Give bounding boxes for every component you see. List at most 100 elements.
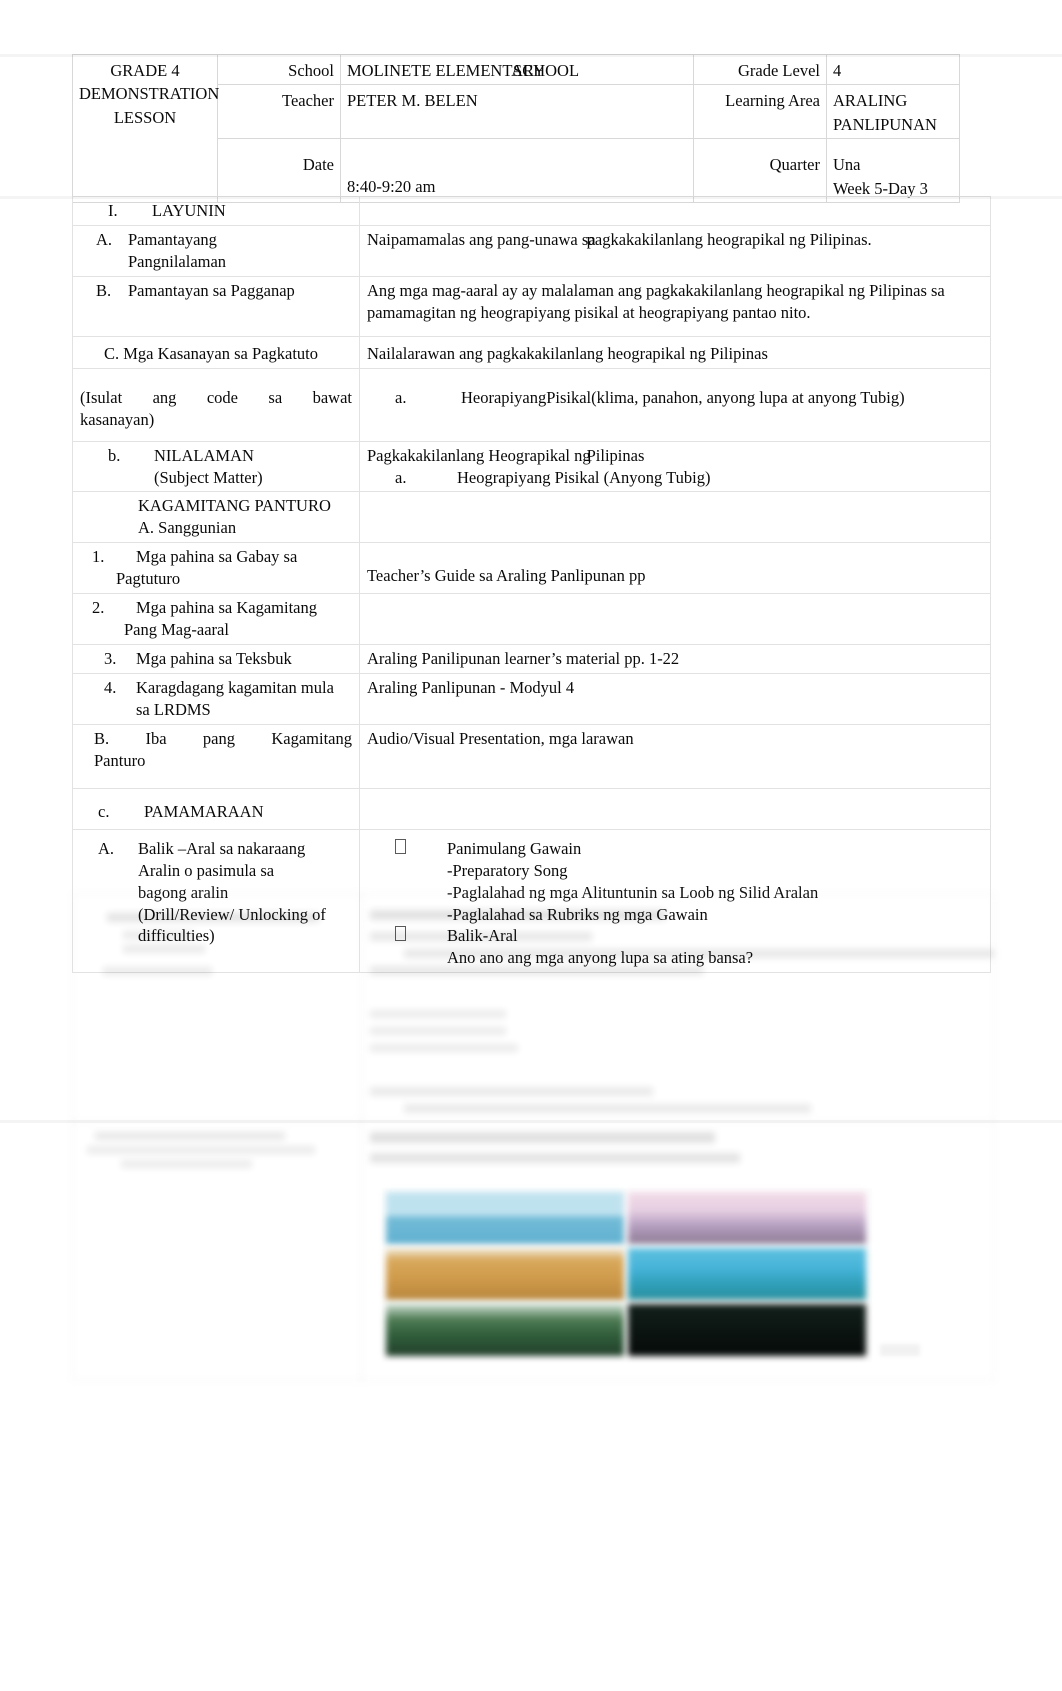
pamantayan-pagganap-label: Pamantayan sa Pagganap <box>128 280 295 300</box>
iba-pang-line-2: Panturo <box>94 750 146 770</box>
row-3-mark: 3. <box>104 649 117 669</box>
table-row: I. LAYUNIN <box>72 196 991 226</box>
lesson-title-cell: GRADE 4 DEMONSTRATION LESSON <box>72 53 220 204</box>
lake-photo <box>386 1304 624 1356</box>
kagamitang-panturo-value <box>359 491 991 544</box>
pamamaraan-heading: PAMAMARAAN <box>144 801 264 821</box>
pangnilalaman-value-pre: Naipamamalas ang pang-unawa sa <box>367 229 596 249</box>
picture-grid <box>386 1192 866 1356</box>
lesson-title-line-2: DEMONSTRATION <box>79 84 220 104</box>
date-label: Date <box>217 138 341 204</box>
kagamitang-mag-aaral-line-1: Mga pahina sa Kagamitang <box>136 598 317 618</box>
page-corner-mark <box>880 1344 920 1356</box>
document-page: GRADE 4 DEMONSTRATION LESSON School MOLI… <box>0 0 1062 1691</box>
field-photo <box>386 1248 624 1300</box>
nilalaman-mark: b. <box>108 445 121 465</box>
obscured-left-cell <box>72 893 362 1122</box>
panimulang-gawain-title: Panimulang Gawain <box>447 838 582 858</box>
table-row: C. Mga Kasanayan sa Pagkatuto Nailalaraw… <box>72 335 991 369</box>
sea-photo <box>628 1248 866 1300</box>
nilalaman-sub-value: Heograpiyang Pisikal (Anyong Tubig) <box>457 467 711 487</box>
layunin-heading-cell: I. LAYUNIN <box>72 196 360 226</box>
grade-level-value: 4 <box>826 53 960 86</box>
teksbuk-cell: 3. Mga pahina sa Teksbuk <box>72 644 360 674</box>
night-photo <box>628 1304 866 1356</box>
obscured-right-cell <box>361 893 996 1122</box>
school-value: MOLINETE ELEMENTARYSCHOOL <box>340 53 694 86</box>
teksbuk-label: Mga pahina sa Teksbuk <box>136 649 292 669</box>
table-row: 2. Mga pahina sa Kagamitang Pang Mag-aar… <box>72 593 991 646</box>
gabay-pagtuturo-cell: 1. Mga pahina sa Gabay sa Pagtuturo <box>72 542 360 595</box>
nilalaman-value-post: Pilipinas <box>586 445 645 465</box>
nilalaman-value-line: Pagkakakilanlang Heograpikal ngPilipinas <box>367 445 983 467</box>
kagamitang-mag-aaral-line-2: Pang Mag-aaral <box>124 620 229 640</box>
row-2-mark: 2. <box>92 598 105 618</box>
lrdms-line-2: sa LRDMS <box>136 699 211 719</box>
gabay-pagtuturo-value: Teacher’s Guide sa Araling Panlipunan pp <box>359 542 991 595</box>
lesson-title-line-1: GRADE 4 <box>110 61 180 80</box>
pamamaraan-heading-value <box>359 787 991 830</box>
pamantayang-pangnilalaman-line-2: Pangnilalaman <box>128 251 227 271</box>
row-1-mark: 1. <box>92 547 105 567</box>
table-row: (Isulat ang code sa bawat kasanayan) a. … <box>72 367 991 442</box>
box-bullet-icon <box>367 838 447 860</box>
table-row: KAGAMITANG PANTURO A. Sanggunian <box>72 491 991 544</box>
iba-pang-value: Audio/Visual Presentation, mga larawan <box>359 723 991 789</box>
kagamitang-panturo-heading: KAGAMITANG PANTURO <box>138 496 331 516</box>
lrdms-line-1: Karagdagang kagamitan mula <box>136 678 334 697</box>
date-value: 8:40-9:20 am <box>340 138 694 204</box>
teacher-value: PETER M. BELEN <box>340 84 694 140</box>
kasanayan-sub-mark: a. <box>395 387 407 407</box>
learning-area-line-2: PANLIPUNAN <box>833 114 937 134</box>
school-label: School <box>217 53 341 86</box>
kasanayan-label-cell: C. Mga Kasanayan sa Pagkatuto <box>72 335 360 369</box>
nilalaman-value-pre: Pagkakakilanlang Heograpikal ng <box>367 445 591 465</box>
quarter-label: Quarter <box>693 138 827 204</box>
kasanayan-label: C. Mga Kasanayan sa Pagkatuto <box>104 343 318 363</box>
kasanayan-sub-post: Pisikal(klima, panahon, anyong lupa at a… <box>546 387 905 407</box>
lesson-body-table: I. LAYUNIN A. Pamantayang Pangnilalaman <box>72 196 991 974</box>
item-b-mark: B. <box>96 280 112 300</box>
kagamitang-panturo-cell: KAGAMITANG PANTURO A. Sanggunian <box>72 491 360 544</box>
kasanayan-sub-value: a. HeorapiyangPisikal(klima, panahon, an… <box>359 367 991 442</box>
iba-pang-kagamitang-cell: B. Iba pang Kagamitang Panturo <box>72 723 360 789</box>
table-row: b. NILALAMAN (Subject Matter) Pagkakakil… <box>72 440 991 493</box>
kasanayan-sub-pre: Heorapiyang <box>461 387 547 407</box>
balik-aral-line-1: Balik –Aral sa nakaraang <box>138 838 306 858</box>
nilalaman-heading: NILALAMAN <box>154 445 254 465</box>
pamamaraan-heading-cell: c. PAMAMARAAN <box>72 787 360 830</box>
pamantayan-pagganap-cell: B. Pamantayan sa Pagganap <box>72 275 360 337</box>
learning-area-line-1: ARALING <box>833 91 908 111</box>
date-blank <box>347 153 687 175</box>
school-value-part-b: SCHOOL <box>513 61 580 80</box>
teacher-label: Teacher <box>217 84 341 140</box>
iba-pang-line-1: B. Iba pang Kagamitang <box>94 728 352 748</box>
sunset-photo <box>628 1192 866 1244</box>
pamantayan-pagganap-value: Ang mga mag-aaral ay ay malalaman ang pa… <box>359 275 991 337</box>
kagamitang-mag-aaral-value <box>359 593 991 646</box>
pamantayang-pangnilalaman-line-1: Pamantayang <box>128 229 217 249</box>
item-a-mark: A. <box>96 229 113 249</box>
table-row: A. Pamantayang Pangnilalaman Naipamamala… <box>72 224 991 277</box>
beach-photo <box>386 1192 624 1244</box>
pamantayang-pangnilalaman-cell: A. Pamantayang Pangnilalaman <box>72 224 360 277</box>
nilalaman-subheading: (Subject Matter) <box>154 467 263 487</box>
table-row: B. Iba pang Kagamitang Panturo Audio/Vis… <box>72 723 991 789</box>
lrdms-value: Araling Panlipunan - Modyul 4 <box>359 673 991 725</box>
table-row: 4. Karagdagang kagamitan mula sa LRDMS A… <box>72 673 991 725</box>
pamamaraan-mark: c. <box>98 801 110 821</box>
kasanayan-note-line-2: kasanayan) <box>80 409 155 429</box>
table-row: 3. Mga pahina sa Teksbuk Araling Panilip… <box>72 644 991 674</box>
table-row: B. Pamantayan sa Pagganap Ang mga mag-aa… <box>72 275 991 337</box>
gabay-pagtuturo-line-1: Mga pahina sa Gabay sa <box>136 547 298 567</box>
teksbuk-value: Araling Panilipunan learner’s material p… <box>359 644 991 674</box>
table-row: 1. Mga pahina sa Gabay sa Pagtuturo Teac… <box>72 542 991 595</box>
sanggunian-subheading: A. Sanggunian <box>138 518 237 538</box>
lesson-title-line-3: LESSON <box>113 107 177 127</box>
quarter-value: Una Week 5-Day 3 <box>826 138 960 204</box>
lesson-header-table: GRADE 4 DEMONSTRATION LESSON School MOLI… <box>72 53 960 204</box>
balik-aral-line-2: Aralin o pasimula sa <box>138 860 275 880</box>
kasanayan-note-cell: (Isulat ang code sa bawat kasanayan) <box>72 367 360 442</box>
kasanayan-value: Nailalarawan ang pagkakakilanlang heogra… <box>359 335 991 369</box>
layunin-heading: LAYUNIN <box>152 201 226 220</box>
